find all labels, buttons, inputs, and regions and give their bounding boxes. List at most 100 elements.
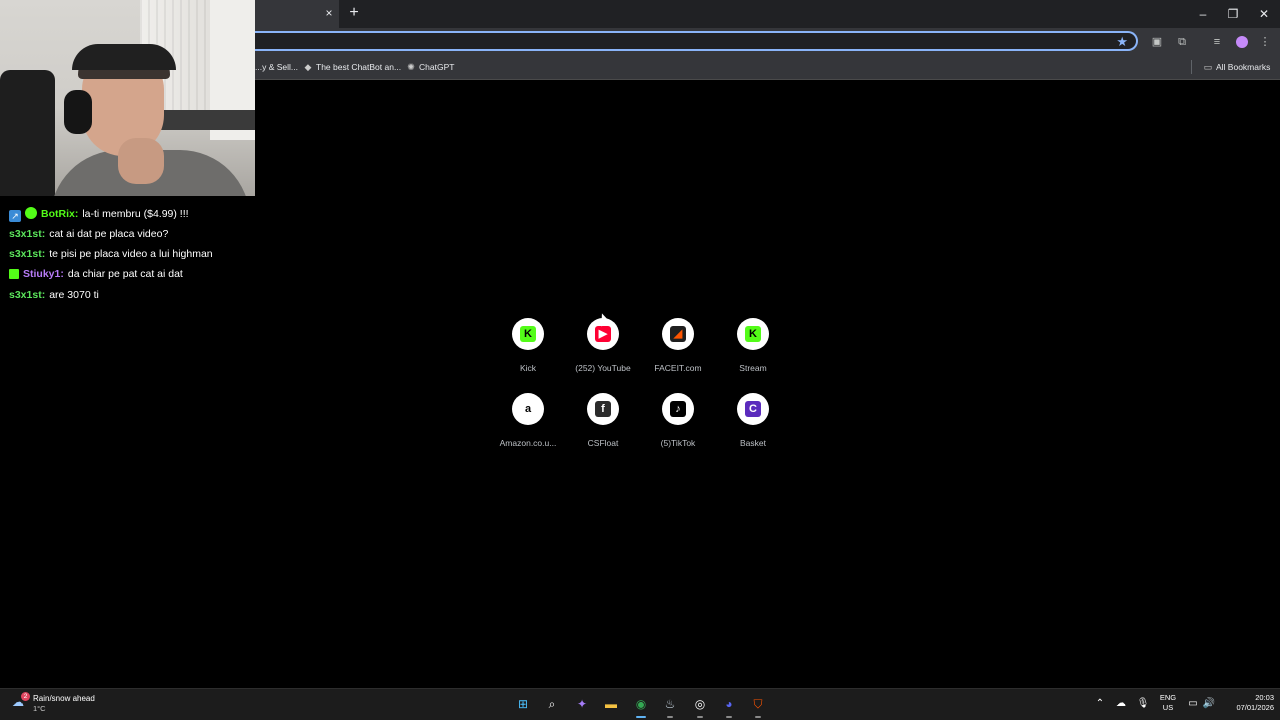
stream-chat-overlay: ↗ BotRix: la-ti membru ($4.99) !!! s3x1st:… (0, 196, 255, 311)
webcam-chair (0, 70, 55, 196)
chat-username: s3x1st: (9, 248, 46, 260)
shortcut-tile[interactable]: C Basket (713, 393, 793, 457)
shortcut-icon-circle: ♪ (662, 393, 694, 425)
microphone-icon[interactable]: 🎙 (1136, 696, 1150, 712)
shortcut-label: CSFloat (587, 438, 619, 448)
shortcut-label: (252) YouTube (575, 363, 631, 373)
bookmark-label: ...y & Sell... (255, 62, 298, 72)
running-app-indicator (636, 716, 646, 718)
shortcut-label: Amazon.co.u... (499, 438, 557, 448)
weather-notification-badge: 2 (21, 692, 30, 701)
chat-username: BotRix: (41, 208, 79, 220)
discord-icon[interactable]: ◕ (721, 696, 737, 712)
running-app-indicator (726, 716, 732, 718)
bookmark-label: The best ChatBot an... (316, 62, 402, 72)
volume-icon[interactable]: 🔊 (1202, 696, 1216, 712)
openai-icon: ✺ (407, 62, 415, 72)
lang-bottom: US (1162, 703, 1174, 712)
diamond-icon: ◆ (304, 62, 312, 72)
shortcut-icon-circle: ◢ (662, 318, 694, 350)
chat-message: s3x1st: cat ai dat pe placa video? (9, 226, 168, 242)
subscriber-badge-icon (9, 269, 19, 279)
chat-text: da chiar pe pat cat ai dat (67, 268, 183, 280)
faceit-ac-icon[interactable]: ⛉ (750, 696, 766, 712)
running-app-indicator (755, 716, 761, 718)
chat-message: ↗ BotRix: la-ti membru ($4.99) !!! (9, 206, 189, 222)
restore-button[interactable]: ❐ (1225, 6, 1241, 22)
close-window-button[interactable]: ✕ (1256, 6, 1272, 22)
shortcut-tile[interactable]: f CSFloat (563, 393, 643, 457)
extension-puzzle-icon[interactable]: ▣ (1150, 35, 1164, 49)
shortcut-icon-circle: C (737, 393, 769, 425)
shortcut-label: Kick (519, 363, 537, 373)
chrome-icon[interactable]: ◉ (633, 696, 649, 712)
chat-message: s3x1st: are 3070 ti (9, 287, 99, 303)
weather-text[interactable]: Rain/snow ahead (33, 693, 95, 704)
chat-text: te pisi pe placa video a lui highman (49, 248, 213, 260)
weather-temp: 1°C (33, 704, 46, 713)
shortcut-tile[interactable]: ♪ (5)TikTok (638, 393, 718, 457)
shortcut-tile[interactable]: ▶ (252) YouTube (563, 318, 643, 382)
chat-text: are 3070 ti (49, 289, 99, 301)
bookmark-item[interactable]: ◆ The best ChatBot an... (303, 60, 402, 74)
media-controls-icon[interactable]: ≡ (1210, 35, 1224, 49)
address-bar[interactable]: ★ (255, 31, 1138, 51)
network-icon[interactable]: ▭ (1186, 696, 1200, 712)
clock-time: 20:03 (1255, 693, 1274, 702)
bookmark-item[interactable]: ✺ ChatGPT (406, 60, 454, 74)
shortcut-label: FACEIT.com (654, 363, 702, 373)
system-clock[interactable]: 20:03 07/01/2026 (1216, 693, 1274, 713)
minimize-button[interactable]: – (1195, 6, 1211, 22)
menu-kebab-icon[interactable]: ⋮ (1258, 35, 1272, 49)
running-app-indicator (667, 716, 673, 718)
webcam-overlay (0, 0, 255, 196)
chat-text: cat ai dat pe placa video? (49, 228, 169, 240)
tab-close-button[interactable]: × (322, 6, 336, 20)
input-language[interactable]: ENG US (1158, 693, 1178, 713)
shortcut-label: Stream (739, 363, 767, 373)
basket-icon: C (745, 401, 761, 417)
folder-icon: ▭ (1203, 62, 1213, 72)
chat-username: Stiuky1: (23, 268, 64, 280)
shortcut-tile[interactable]: ◢ FACEIT.com (638, 318, 718, 382)
chat-username: s3x1st: (9, 289, 46, 301)
all-bookmarks-button[interactable]: ▭ All Bookmarks (1203, 60, 1271, 74)
headphones-earcup (64, 90, 92, 134)
search-icon[interactable]: ⌕ (544, 696, 560, 712)
bot-badge-icon: ↗ (9, 210, 21, 222)
amazon-icon: a (520, 401, 536, 417)
tray-overflow-chevron-icon[interactable]: ⌃ (1093, 696, 1107, 712)
clock-date: 07/01/2026 (1236, 703, 1274, 712)
windows-start-icon[interactable]: ⊞ (515, 696, 531, 712)
shortcut-tile[interactable]: a Amazon.co.u... (488, 393, 568, 457)
chat-text: la-ti membru ($4.99) !!! (82, 208, 189, 220)
chat-message: s3x1st: te pisi pe placa video a lui high… (9, 246, 213, 262)
all-bookmarks-label: All Bookmarks (1216, 62, 1271, 72)
faceit-icon: ◢ (670, 326, 686, 342)
shortcut-tile[interactable]: K Kick (488, 318, 568, 382)
verified-badge-icon (25, 207, 37, 219)
copilot-icon[interactable]: ✦ (574, 696, 590, 712)
shortcut-tile[interactable]: K Stream (713, 318, 793, 382)
extensions-icon[interactable]: ⧉ (1175, 35, 1189, 49)
bookmark-star-icon[interactable]: ★ (1116, 33, 1128, 50)
shortcut-icon-circle: K (512, 318, 544, 350)
webcam-desk (150, 110, 255, 130)
bookmark-separator (1191, 60, 1192, 74)
obs-icon[interactable]: ◎ (692, 696, 708, 712)
profile-avatar[interactable] (1236, 36, 1248, 48)
running-app-indicator (697, 716, 703, 718)
chat-username: s3x1st: (9, 228, 46, 240)
new-tab-button[interactable]: + (346, 5, 362, 21)
tiktok-icon: ♪ (670, 401, 686, 417)
kick-icon: K (520, 326, 536, 342)
shortcut-icon-circle: K (737, 318, 769, 350)
steam-icon[interactable]: ♨ (662, 696, 678, 712)
lang-top: ENG (1159, 693, 1177, 702)
shortcut-label: Basket (740, 438, 766, 448)
shortcut-icon-circle: f (587, 393, 619, 425)
file-explorer-icon[interactable]: ▬ (603, 696, 619, 712)
bookmark-item[interactable]: ...y & Sell... (255, 60, 298, 74)
youtube-icon: ▶ (595, 326, 611, 342)
onedrive-icon[interactable]: ☁ (1114, 696, 1128, 712)
